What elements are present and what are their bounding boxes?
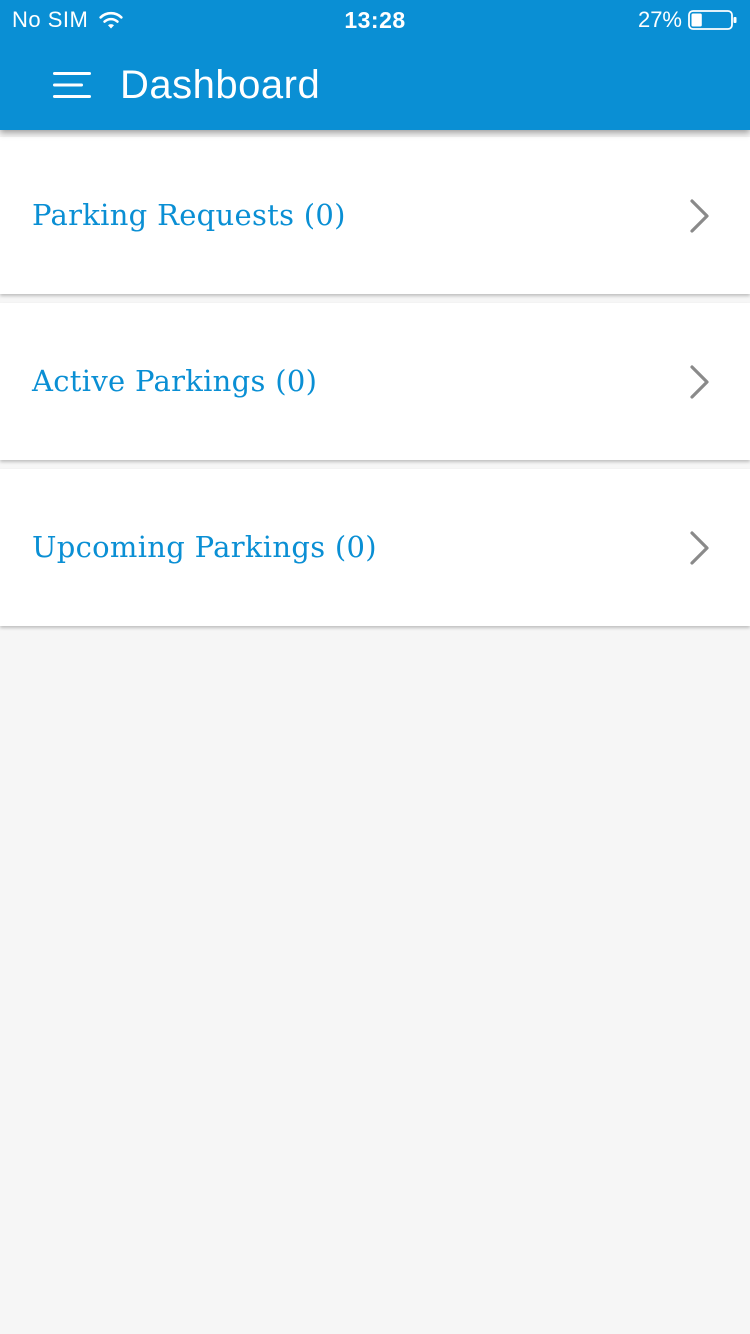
active-parkings-label: Active Parkings (0) [32, 364, 318, 398]
status-bar: No SIM 13:28 27% [0, 0, 750, 40]
chevron-right-icon [690, 531, 709, 565]
upcoming-parkings-item[interactable]: Upcoming Parkings (0) [0, 469, 750, 626]
dashboard-list: Parking Requests (0) Active Parkings (0)… [0, 137, 750, 635]
active-parkings-item[interactable]: Active Parkings (0) [0, 303, 750, 460]
parking-requests-label: Parking Requests (0) [32, 198, 346, 232]
battery-percent: 27% [637, 7, 682, 32]
menu-button[interactable] [44, 62, 100, 108]
page-title: Dashboard [120, 63, 321, 107]
app-header: No SIM 13:28 27% Dashboard [0, 0, 750, 130]
battery-icon [688, 10, 737, 30]
upcoming-parkings-label: Upcoming Parkings (0) [32, 530, 377, 564]
hamburger-menu-icon [53, 72, 91, 98]
parking-requests-item[interactable]: Parking Requests (0) [0, 137, 750, 294]
chevron-right-icon [690, 365, 709, 399]
status-right: 27% [638, 7, 738, 33]
toolbar: Dashboard [0, 40, 750, 130]
chevron-right-icon [690, 199, 709, 233]
